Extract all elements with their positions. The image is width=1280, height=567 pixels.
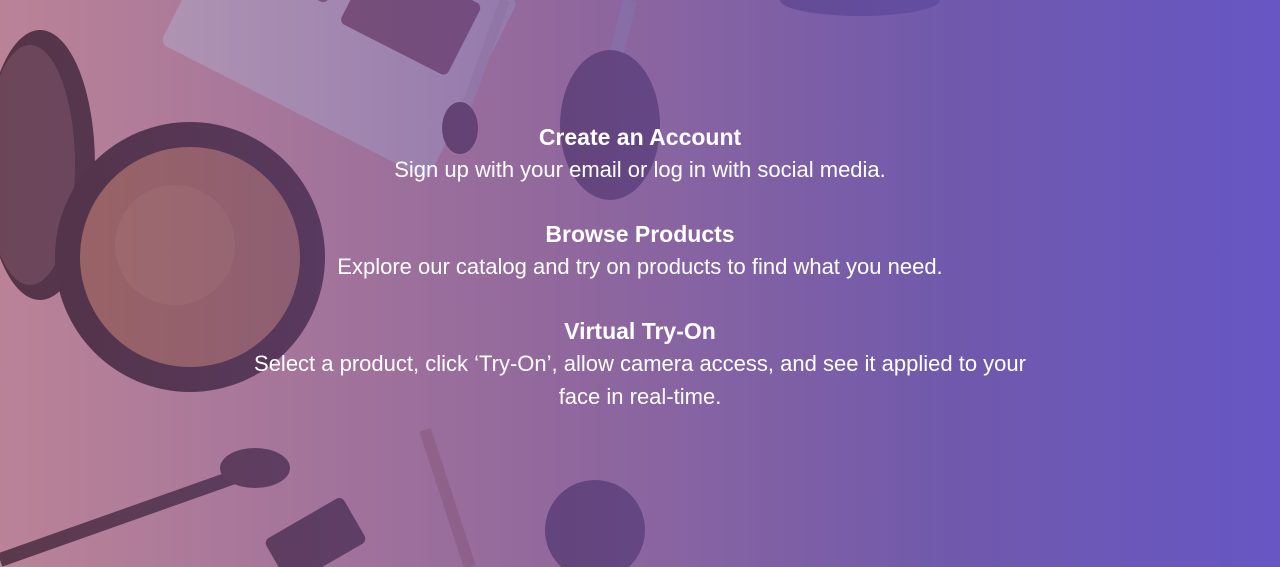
step-title: Create an Account xyxy=(538,124,742,150)
step-description: Explore our catalog and try on products … xyxy=(337,254,943,279)
step-create-account: Create an Account Sign up with your emai… xyxy=(240,122,1040,186)
step-browse-products: Browse Products Explore our catalog and … xyxy=(240,219,1040,283)
steps-list: Create an Account Sign up with your emai… xyxy=(0,122,1280,446)
step-title: Virtual Try-On xyxy=(564,318,716,344)
step-virtual-try-on: Virtual Try-On Select a product, click ‘… xyxy=(240,316,1040,413)
step-description: Select a product, click ‘Try-On’, allow … xyxy=(254,351,1026,409)
step-description: Sign up with your email or log in with s… xyxy=(394,157,886,182)
how-it-works-section: Create an Account Sign up with your emai… xyxy=(0,0,1280,567)
step-title: Browse Products xyxy=(545,221,735,247)
